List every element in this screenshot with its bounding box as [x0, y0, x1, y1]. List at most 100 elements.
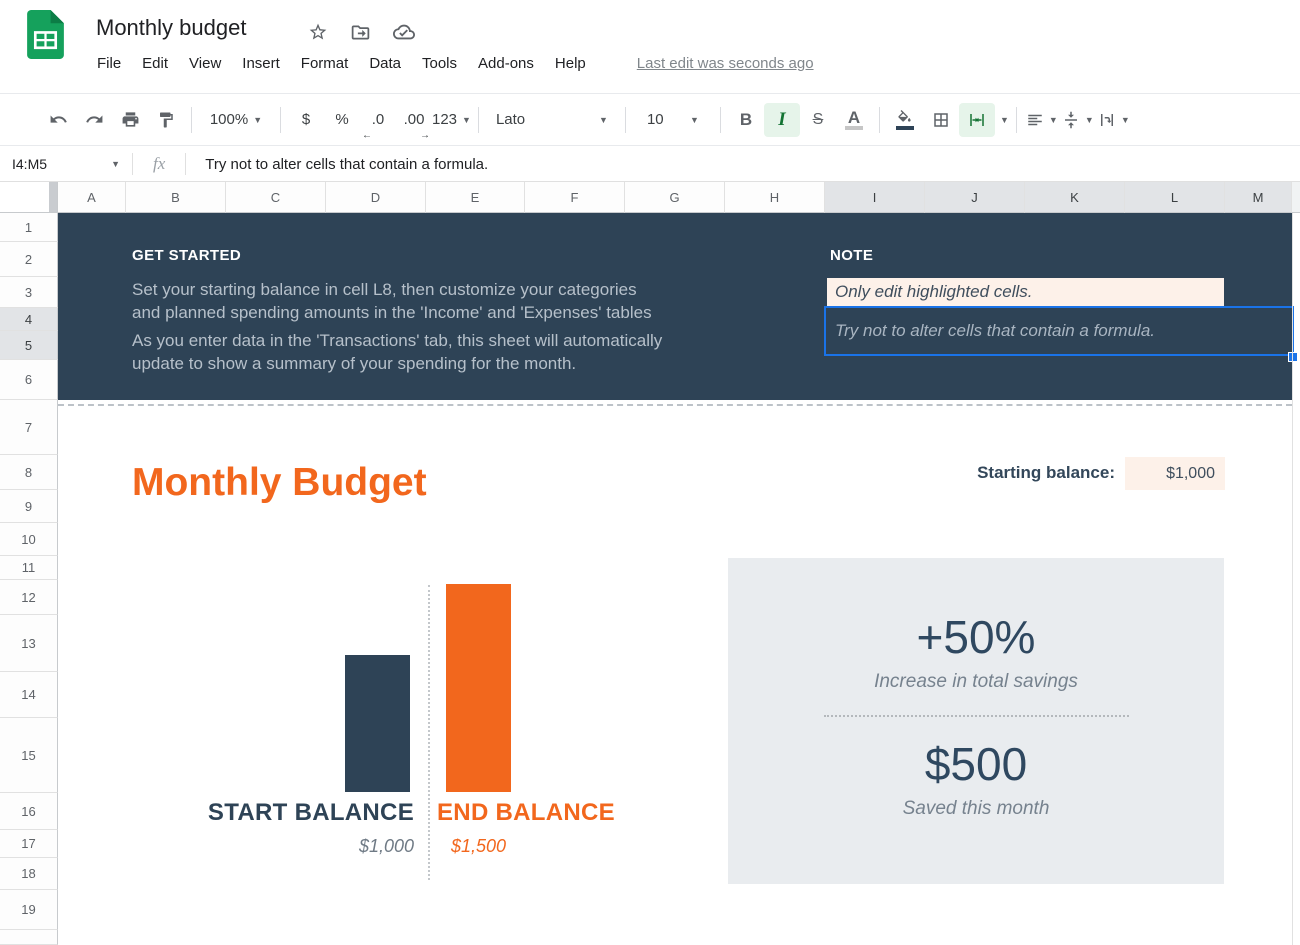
get-started-line-4: update to show a summary of your spendin… [132, 354, 576, 374]
column-header-A[interactable]: A [58, 182, 126, 213]
row-header-15[interactable]: 15 [0, 718, 58, 793]
undo-button[interactable] [40, 103, 76, 137]
start-balance-bar [345, 655, 410, 792]
sheet-title: Monthly Budget [132, 461, 427, 505]
chevron-down-icon: ▼ [599, 115, 608, 125]
italic-button[interactable]: I [764, 103, 800, 137]
horizontal-align-button[interactable]: ▼ [1024, 103, 1060, 137]
column-header-E[interactable]: E [426, 182, 525, 213]
menu-tools[interactable]: Tools [422, 55, 457, 72]
font-size-select[interactable]: 10▼ [633, 103, 713, 137]
row-header-8[interactable]: 8 [0, 455, 58, 490]
balance-bar-chart[interactable]: START BALANCE END BALANCE $1,000 $1,500 [58, 573, 708, 893]
column-header-H[interactable]: H [725, 182, 825, 213]
format-currency-button[interactable]: $ [288, 103, 324, 137]
row-headers: 12345678910111213141516171819 [0, 213, 58, 945]
percent-stat: +50% [728, 610, 1224, 664]
column-header-G[interactable]: G [625, 182, 725, 213]
chevron-down-icon: ▼ [690, 115, 699, 125]
column-header-D[interactable]: D [326, 182, 426, 213]
increase-decimal-button[interactable]: .00→ [396, 103, 432, 137]
sheet-right-edge [1292, 213, 1293, 945]
font-family-select[interactable]: Lato▼ [486, 103, 618, 137]
row-header-18[interactable]: 18 [0, 858, 58, 890]
vertical-align-button[interactable]: ▼ [1060, 103, 1096, 137]
row-header-10[interactable]: 10 [0, 523, 58, 556]
row-header-6[interactable]: 6 [0, 360, 58, 400]
column-header-M[interactable]: M [1225, 182, 1292, 213]
row-header-16[interactable]: 16 [0, 793, 58, 830]
fill-color-swatch [896, 126, 914, 130]
last-edit-link[interactable]: Last edit was seconds ago [637, 55, 814, 72]
google-sheets-app: Monthly budget File Edit View Insert For… [0, 0, 1300, 945]
note-highlighted-cell[interactable]: Only edit highlighted cells. [827, 278, 1224, 306]
sheets-logo-icon[interactable] [27, 10, 64, 64]
get-started-line-1: Set your starting balance in cell L8, th… [132, 280, 637, 300]
fill-handle[interactable] [1288, 352, 1298, 362]
column-header-L[interactable]: L [1125, 182, 1225, 213]
format-percent-button[interactable]: % [324, 103, 360, 137]
row-header-19[interactable]: 19 [0, 890, 58, 930]
bold-button[interactable]: B [728, 103, 764, 137]
starting-balance-cell[interactable]: $1,000 [1125, 457, 1225, 490]
menu-format[interactable]: Format [301, 55, 349, 72]
percent-caption: Increase in total savings [728, 671, 1224, 693]
row-header-7[interactable]: 7 [0, 400, 58, 455]
formula-input[interactable]: Try not to alter cells that contain a fo… [205, 156, 488, 173]
row-header-2[interactable]: 2 [0, 242, 58, 277]
text-wrap-button[interactable]: ▼ [1096, 103, 1132, 137]
move-folder-icon[interactable] [350, 22, 371, 43]
cloud-check-icon[interactable] [393, 21, 415, 43]
menu-edit[interactable]: Edit [142, 55, 168, 72]
menu-view[interactable]: View [189, 55, 221, 72]
decrease-decimal-button[interactable]: .0← [360, 103, 396, 137]
savings-summary-panel[interactable]: +50% Increase in total savings $500 Save… [728, 558, 1224, 884]
row-header-1[interactable]: 1 [0, 213, 58, 242]
column-header-C[interactable]: C [226, 182, 326, 213]
row-header-5[interactable]: 5 [0, 331, 58, 360]
select-all-corner[interactable] [0, 182, 58, 213]
row-header-9[interactable]: 9 [0, 490, 58, 523]
doc-title[interactable]: Monthly budget [96, 15, 246, 41]
print-button[interactable] [112, 103, 148, 137]
row-header-4[interactable]: 4 [0, 308, 58, 331]
row-header-13[interactable]: 13 [0, 615, 58, 672]
formula-bar: I4:M5▼ fx Try not to alter cells that co… [0, 147, 1300, 182]
header-sliver [1292, 182, 1300, 213]
row-header-17[interactable]: 17 [0, 830, 58, 858]
row-header-12[interactable]: 12 [0, 580, 58, 615]
star-icon[interactable] [308, 22, 328, 42]
panel-divider [824, 715, 1129, 717]
row-header-3[interactable]: 3 [0, 277, 58, 308]
row-header-14[interactable]: 14 [0, 672, 58, 718]
row-header-11[interactable]: 11 [0, 556, 58, 580]
row-header-partial[interactable] [0, 930, 58, 945]
more-formats-button[interactable]: 123▼ [432, 103, 471, 137]
strikethrough-button[interactable]: S [800, 103, 836, 137]
selected-cell[interactable]: Try not to alter cells that contain a fo… [824, 306, 1294, 356]
menu-addons[interactable]: Add-ons [478, 55, 534, 72]
column-header-B[interactable]: B [126, 182, 226, 213]
menu-insert[interactable]: Insert [242, 55, 280, 72]
column-header-K[interactable]: K [1025, 182, 1125, 213]
column-header-J[interactable]: J [925, 182, 1025, 213]
merge-cells-button[interactable] [959, 103, 995, 137]
title-bar: Monthly budget File Edit View Insert For… [0, 0, 1300, 92]
redo-button[interactable] [76, 103, 112, 137]
column-header-F[interactable]: F [525, 182, 625, 213]
paint-format-button[interactable] [148, 103, 184, 137]
column-header-I[interactable]: I [825, 182, 925, 213]
merge-dropdown[interactable]: ▼ [1000, 115, 1009, 125]
fill-color-button[interactable] [887, 103, 923, 137]
borders-button[interactable] [923, 103, 959, 137]
sheet-canvas[interactable]: GET STARTED Set your starting balance in… [58, 213, 1300, 945]
corner-block [49, 182, 57, 212]
get-started-title: GET STARTED [132, 247, 241, 264]
menu-file[interactable]: File [97, 55, 121, 72]
start-balance-category: START BALANCE [188, 799, 414, 827]
name-box[interactable]: I4:M5▼ [0, 156, 132, 172]
text-color-button[interactable]: A [836, 103, 872, 137]
menu-help[interactable]: Help [555, 55, 586, 72]
zoom-select[interactable]: 100%▼ [199, 103, 273, 137]
menu-data[interactable]: Data [369, 55, 401, 72]
